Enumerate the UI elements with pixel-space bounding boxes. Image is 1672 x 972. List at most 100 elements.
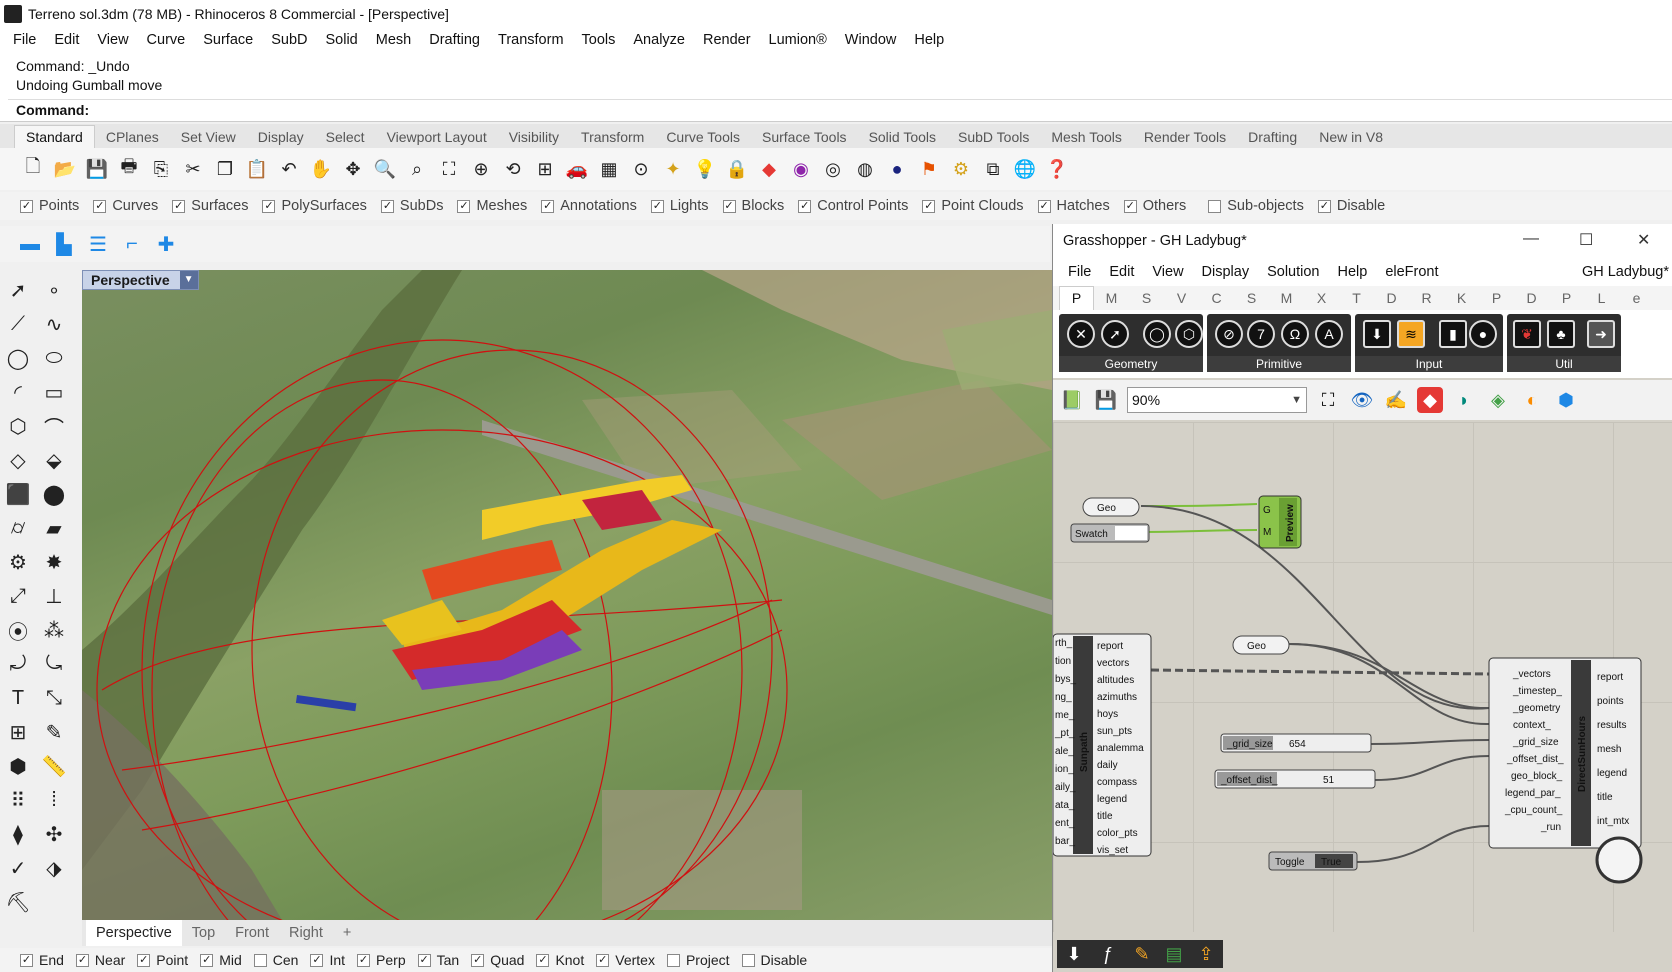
globe-icon[interactable]: 🌐 <box>1012 156 1038 182</box>
curve-param-icon[interactable]: ➚ <box>1101 320 1129 348</box>
open-file-icon[interactable]: 📗 <box>1059 387 1085 413</box>
grid-array-icon[interactable]: ⠿ <box>4 786 32 814</box>
gh-tab[interactable]: S <box>1234 290 1269 306</box>
osnap-int[interactable]: ✓ Int <box>310 952 345 968</box>
function-icon[interactable]: ƒ <box>1095 941 1121 967</box>
gh-tab[interactable]: X <box>1304 290 1339 306</box>
gh-tab[interactable]: P <box>1479 290 1514 306</box>
text-icon[interactable]: T <box>4 684 32 712</box>
osnap-tan[interactable]: ✓ Tan <box>417 952 459 968</box>
snap-points-icon[interactable]: ⁞ <box>40 786 68 814</box>
tab-surface-tools[interactable]: Surface Tools <box>751 126 858 148</box>
arc-icon[interactable]: ◜ <box>4 378 32 406</box>
cut-icon[interactable]: ✂ <box>180 156 206 182</box>
filter-sub-objects[interactable]: Sub-objects <box>1208 198 1304 214</box>
sunpath-node[interactable]: Sunpath rth_ tion bys_ ng_ me_ _pt_ ale_… <box>1053 633 1152 857</box>
viewport-tab-top[interactable]: Top <box>182 920 225 946</box>
osnap-mid[interactable]: ✓ Mid <box>200 952 242 968</box>
circle-param-icon[interactable]: ◯ <box>1143 320 1171 348</box>
gh-tab[interactable]: P <box>1549 290 1584 306</box>
osnap-cen[interactable]: Cen <box>253 952 298 968</box>
menu-window[interactable]: Window <box>836 32 906 48</box>
osnap-near[interactable]: ✓ Near <box>75 952 125 968</box>
toggle-icon[interactable]: ▮ <box>1439 320 1467 348</box>
tab-new-in-v8[interactable]: New in V8 <box>1308 126 1394 148</box>
filter-point-clouds[interactable]: ✓ Point Clouds <box>922 198 1024 214</box>
rotate-view-icon[interactable]: ⟲ <box>500 156 526 182</box>
flag-icon[interactable]: ⚑ <box>916 156 942 182</box>
split-icon[interactable]: ⤿ <box>40 650 68 678</box>
script-icon[interactable]: ✎ <box>1129 941 1155 967</box>
add-viewport-tab-button[interactable]: + <box>333 920 361 946</box>
grid-size-slider[interactable]: _grid_size 654 <box>1220 733 1372 753</box>
plane-icon[interactable]: ▰ <box>40 514 68 542</box>
import-icon[interactable]: ⎘ <box>148 156 174 182</box>
integer-param-icon[interactable]: 7 <box>1247 320 1275 348</box>
gh-tab[interactable]: M <box>1094 290 1129 306</box>
boolean-param-icon[interactable]: ⊘ <box>1215 320 1243 348</box>
close-icon[interactable]: ✕ <box>1637 230 1650 250</box>
zoom-selected-icon[interactable]: ⊕ <box>468 156 494 182</box>
chart-icon[interactable]: ▤ <box>1161 941 1187 967</box>
filter-surfaces[interactable]: ✓ Surfaces <box>172 198 248 214</box>
edit-icon[interactable]: ✎ <box>40 718 68 746</box>
filter-control-points[interactable]: ✓ Control Points <box>798 198 908 214</box>
filter-points[interactable]: ✓ Points <box>20 198 79 214</box>
gumball-icon[interactable]: ✦ <box>660 156 686 182</box>
align-icon[interactable]: ⊥ <box>40 582 68 610</box>
gh-tab[interactable]: D <box>1514 290 1549 306</box>
zoom-extents-icon[interactable]: ⛶ <box>436 156 462 182</box>
filter-annotations[interactable]: ✓ Annotations <box>541 198 637 214</box>
menu-subd[interactable]: SubD <box>262 32 316 48</box>
render-tool-icon[interactable]: ⛏ <box>4 888 32 916</box>
tab-transform[interactable]: Transform <box>570 126 655 148</box>
run-button[interactable] <box>1595 836 1643 884</box>
tab-viewport-layout[interactable]: Viewport Layout <box>376 126 498 148</box>
wireframe-icon[interactable]: ◎ <box>820 156 846 182</box>
direct-sun-hours-node[interactable]: DirectSunHours _vectors _timestep_ _geom… <box>1488 657 1643 884</box>
menu-surface[interactable]: Surface <box>194 32 262 48</box>
snap-icon[interactable]: ⊙ <box>628 156 654 182</box>
geo-param-node[interactable]: Geo <box>1082 497 1140 517</box>
pan-icon[interactable]: ✋ <box>308 156 334 182</box>
explode-icon[interactable]: ✸ <box>40 548 68 576</box>
undo-icon[interactable]: ↶ <box>276 156 302 182</box>
tab-solid-tools[interactable]: Solid Tools <box>858 126 947 148</box>
cherry-icon[interactable]: ❦ <box>1513 320 1541 348</box>
gh-tab[interactable]: e <box>1619 290 1654 306</box>
shaded-icon[interactable]: ◍ <box>852 156 878 182</box>
swatch-node[interactable]: Swatch <box>1070 523 1150 543</box>
shaded-preview-icon[interactable]: ◐ <box>1519 387 1545 413</box>
zoom-extents-icon[interactable]: ⛶ <box>1315 387 1341 413</box>
solid-tool-icon[interactable]: ⬗ <box>40 854 68 882</box>
menu-view[interactable]: View <box>88 32 137 48</box>
polygon-icon[interactable]: ⬡ <box>4 412 32 440</box>
fillet-icon[interactable]: ⌒ <box>40 412 68 440</box>
tab-visibility[interactable]: Visibility <box>498 126 570 148</box>
snapshot-icon[interactable]: ⧉ <box>980 156 1006 182</box>
tab-set-view[interactable]: Set View <box>170 126 247 148</box>
zoom-window-icon[interactable]: ⌕ <box>404 156 430 182</box>
filter-disable[interactable]: ✓ Disable <box>1317 198 1385 214</box>
tab-display[interactable]: Display <box>247 126 315 148</box>
button-icon[interactable]: ● <box>1469 320 1497 348</box>
zoom-select[interactable]: 90% ▼ <box>1127 387 1307 413</box>
run-toggle[interactable]: Toggle True <box>1268 851 1358 871</box>
surface-param-icon[interactable]: ⬡ <box>1175 320 1203 348</box>
grasshopper-canvas[interactable]: Geo Swatch G M Preview Geo Sunpath rth_ … <box>1053 422 1672 932</box>
block-icon[interactable]: ⬢ <box>4 752 32 780</box>
viewport-tab-front[interactable]: Front <box>225 920 279 946</box>
menu-file[interactable]: File <box>4 32 45 48</box>
cylinder-icon[interactable]: ⌭ <box>4 514 32 542</box>
gh-menu-edit[interactable]: Edit <box>1100 264 1143 280</box>
filter-blocks[interactable]: ✓ Blocks <box>722 198 784 214</box>
filter-curves[interactable]: ✓ Curves <box>93 198 158 214</box>
color-wheel-icon[interactable]: ◉ <box>788 156 814 182</box>
print-icon[interactable]: 🖶 <box>116 156 142 182</box>
tab-curve-tools[interactable]: Curve Tools <box>655 126 751 148</box>
gumball-tool-icon[interactable]: ✣ <box>40 820 68 848</box>
filter-subds[interactable]: ✓ SubDs <box>380 198 443 214</box>
filter-polysurfaces[interactable]: ✓ PolySurfaces <box>262 198 367 214</box>
circle-icon[interactable]: ◯ <box>4 344 32 372</box>
light-icon[interactable]: 💡 <box>692 156 718 182</box>
